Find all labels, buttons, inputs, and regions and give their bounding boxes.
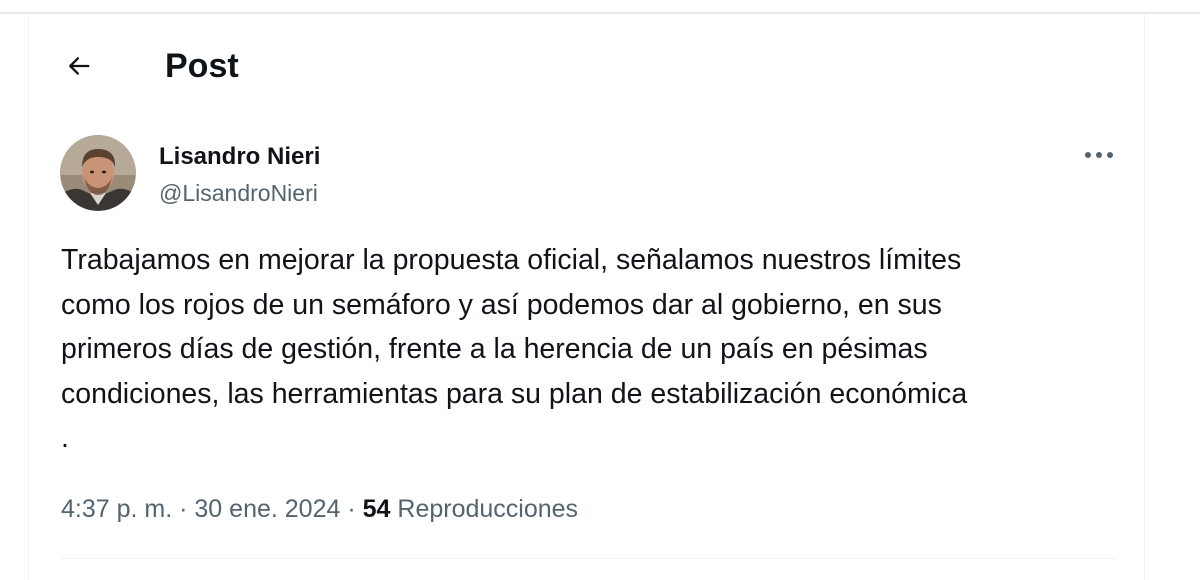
post-text: Trabajamos en mejorar la propuesta ofici… <box>61 244 968 454</box>
author-info: Lisandro Nieri @LisandroNieri <box>159 142 320 208</box>
more-options-button[interactable] <box>1079 140 1119 170</box>
avatar-photo <box>60 135 136 211</box>
author-display-name[interactable]: Lisandro Nieri <box>159 142 320 172</box>
post-metadata: 4:37 p. m. · 30 ene. 2024 · 54 Reproducc… <box>61 493 578 525</box>
post-header: Post <box>29 14 1144 118</box>
meta-separator: · <box>347 495 356 523</box>
post-time[interactable]: 4:37 p. m. <box>61 495 172 523</box>
more-horizontal-icon <box>1085 152 1113 158</box>
arrow-left-icon <box>69 57 90 75</box>
post-date[interactable]: 30 ene. 2024 <box>194 495 340 523</box>
page-title: Post <box>165 47 239 85</box>
views-count: 54 <box>362 495 391 523</box>
views-label: Reproducciones <box>397 495 579 523</box>
author-handle[interactable]: @LisandroNieri <box>159 178 320 208</box>
divider <box>61 558 1116 559</box>
post-column: Post Lisandro Nieri @LisandroNieri Traba… <box>28 14 1145 580</box>
meta-separator: · <box>179 495 188 523</box>
avatar[interactable] <box>60 135 136 211</box>
top-divider <box>0 0 1200 14</box>
back-button[interactable] <box>59 46 99 86</box>
